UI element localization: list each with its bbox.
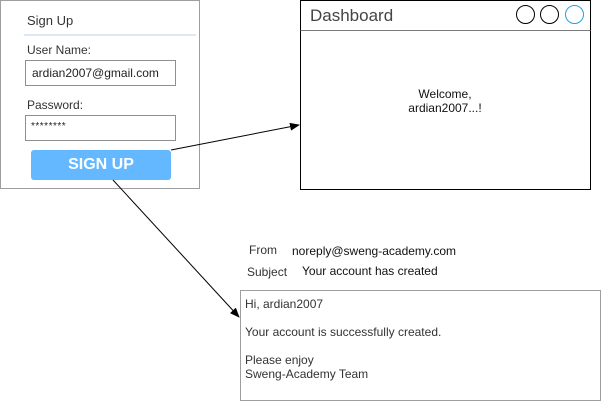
signup-button[interactable]: SIGN UP — [31, 150, 171, 180]
email-message: Your account is successfully created. — [245, 325, 442, 339]
window-button-circle-blue-icon[interactable] — [565, 5, 584, 24]
username-value[interactable]: ardian2007@gmail.com — [32, 66, 159, 80]
welcome-line-1: Welcome, — [418, 87, 472, 101]
signup-title: Sign Up — [27, 13, 74, 28]
welcome-line-2: ardian2007...! — [408, 101, 482, 115]
email-subject-value: Your account has created — [302, 264, 438, 278]
window-button-circle-icon[interactable] — [540, 5, 559, 24]
email-greeting: Hi, ardian2007 — [245, 297, 324, 311]
email-closing-line-2: Sweng-Academy Team — [245, 367, 369, 381]
welcome-message: Welcome, ardian2007...! — [375, 87, 515, 115]
arrow-to-email — [112, 179, 240, 318]
username-label: User Name: — [27, 43, 92, 57]
email-from-label: From — [249, 243, 277, 257]
password-value[interactable]: ******** — [31, 121, 66, 132]
email-subject-label: Subject — [247, 265, 288, 279]
password-label: Password: — [27, 98, 84, 112]
dashboard-title: Dashboard — [310, 6, 394, 25]
email-closing-line-1: Please enjoy — [245, 353, 314, 367]
window-button-circle-icon[interactable] — [516, 5, 535, 24]
signup-divider — [24, 34, 196, 36]
email-from-value: noreply@sweng-academy.com — [292, 244, 457, 258]
